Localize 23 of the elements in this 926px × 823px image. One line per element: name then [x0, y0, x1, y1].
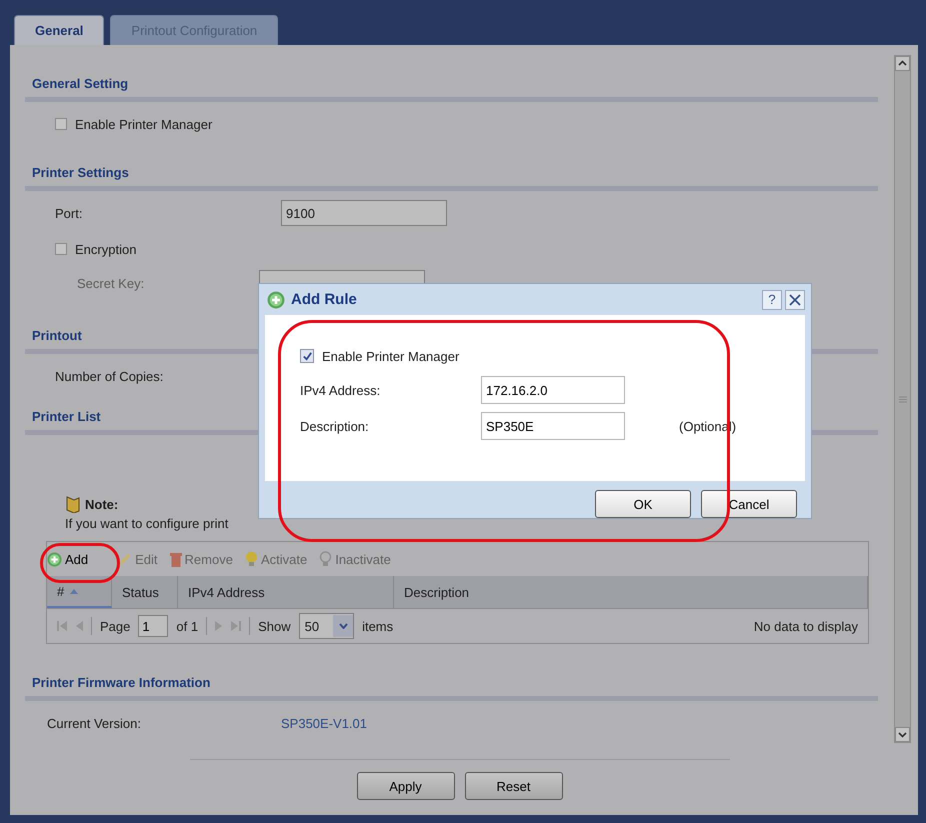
pager-label: items	[362, 618, 394, 634]
pager-label: Page	[100, 618, 130, 634]
note-title: Note:	[85, 496, 118, 512]
checkbox-label: Enable Printer Manager	[75, 116, 212, 132]
section-heading: Printer Settings	[31, 164, 130, 182]
field-label: Port:	[55, 206, 84, 220]
field-label: Secret Key:	[77, 276, 146, 290]
pager-label: of 1	[176, 618, 198, 634]
pager-label: Show	[258, 618, 291, 634]
checkbox-label: Enable Printer Manager	[322, 348, 460, 364]
section-heading: Printer List	[31, 408, 102, 426]
empty-message: No data to display	[754, 618, 858, 634]
field-label: IPv4 Address:	[300, 382, 382, 398]
dialog-title: Add Rule	[291, 291, 357, 308]
checkbox-label: Encryption	[75, 242, 136, 256]
section-heading: General Setting	[31, 75, 130, 93]
section-heading: Printer Firmware Information	[31, 674, 212, 692]
field-label: Current Version:	[47, 716, 142, 730]
field-label: Description:	[300, 418, 370, 434]
firmware-version: SP350E-V1.01	[281, 716, 368, 730]
section-heading: Printout	[31, 327, 83, 345]
note-text: If you want to configure print	[65, 516, 230, 531]
field-label: Number of Copies:	[55, 368, 164, 384]
